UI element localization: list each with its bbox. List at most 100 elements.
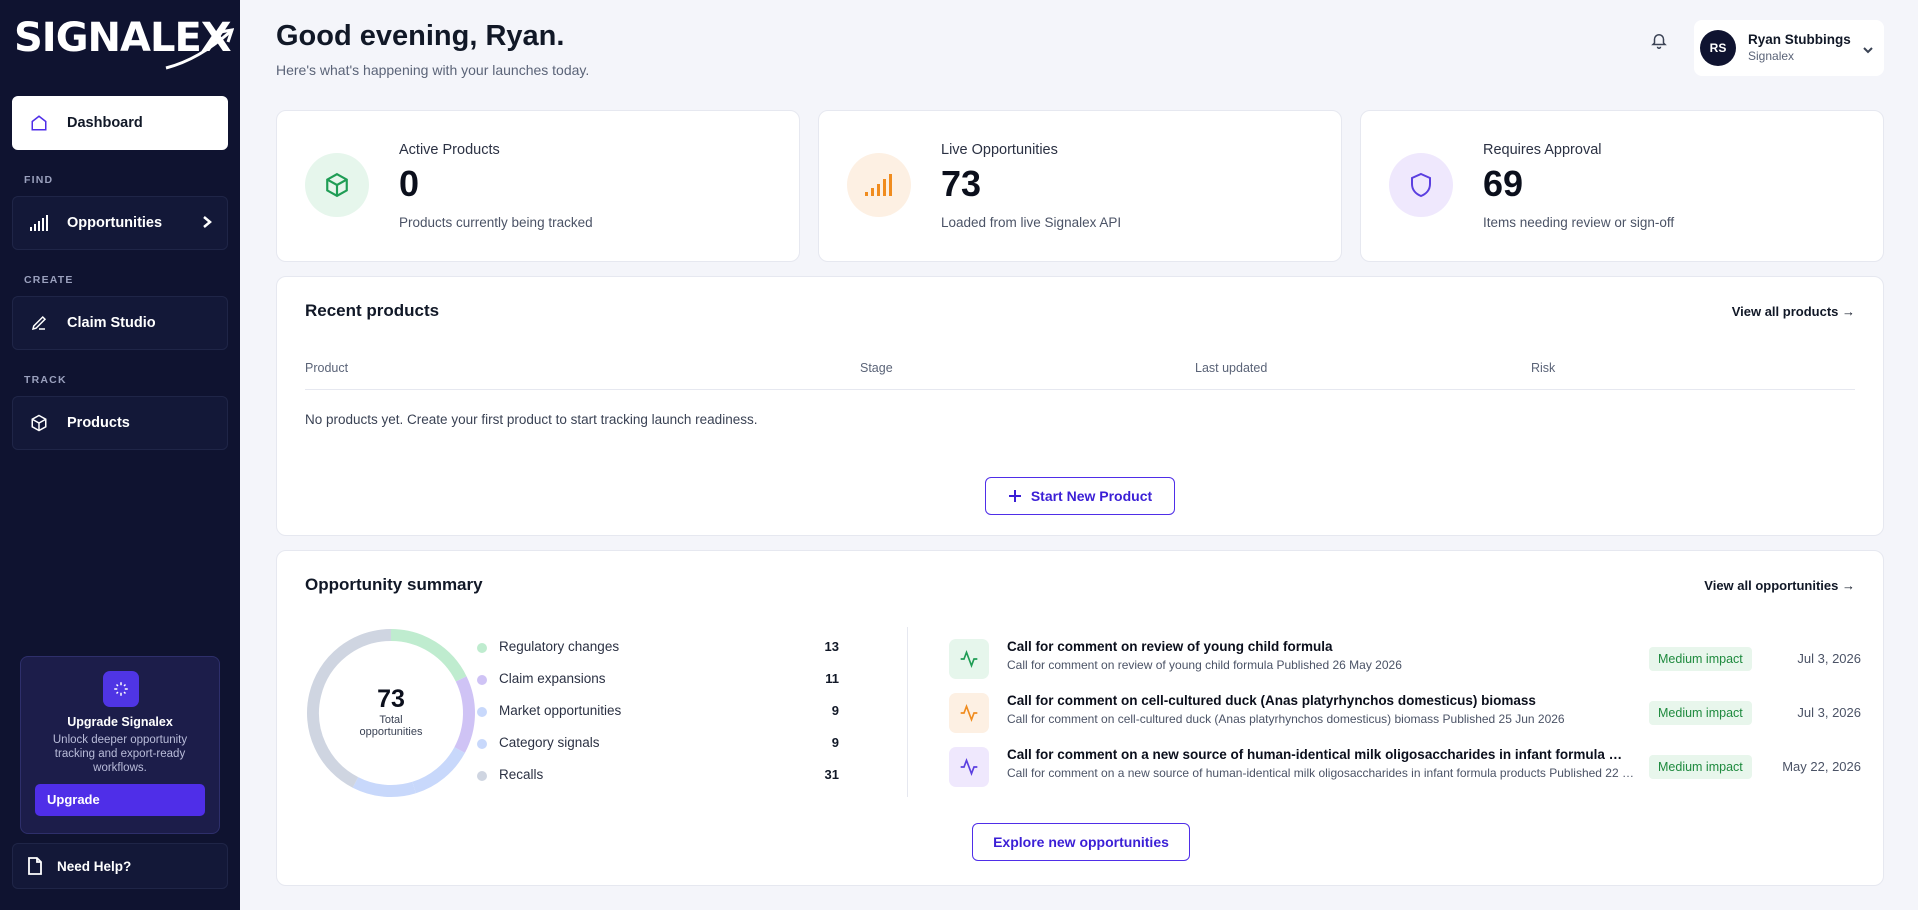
opportunity-summary-title: Opportunity summary bbox=[305, 575, 483, 594]
stat-value: 73 bbox=[941, 163, 982, 204]
legend-row: Recalls 31 bbox=[477, 766, 839, 786]
stat-note: Items needing review or sign-off bbox=[1483, 215, 1675, 230]
legend-label: Market opportunities bbox=[499, 703, 622, 718]
opportunity-title: Call for comment on a new source of huma… bbox=[1007, 747, 1627, 762]
user-name: Ryan Stubbings bbox=[1748, 32, 1851, 47]
column-header-stage: Stage bbox=[860, 361, 893, 375]
stat-note: Loaded from live Signalex API bbox=[941, 215, 1122, 230]
opportunity-date: Jul 3, 2026 bbox=[1797, 705, 1861, 720]
signal-icon bbox=[847, 153, 911, 217]
stat-card-requires-approval: Requires Approval 69 Items needing revie… bbox=[1360, 110, 1884, 262]
bell-icon[interactable] bbox=[1650, 30, 1668, 55]
legend-label: Regulatory changes bbox=[499, 639, 620, 654]
box-icon bbox=[29, 413, 49, 433]
impact-badge: Medium impact bbox=[1649, 647, 1752, 671]
sidebar-item-label: Dashboard bbox=[67, 115, 143, 131]
start-new-product-label: Start New Product bbox=[1030, 488, 1153, 504]
opportunity-item[interactable]: Call for comment on review of young chil… bbox=[949, 635, 1861, 681]
upgrade-description: Unlock deeper opportunity tracking and e… bbox=[52, 734, 188, 774]
opportunity-subtitle: Call for comment on review of young chil… bbox=[1007, 658, 1402, 672]
pencil-icon bbox=[29, 313, 49, 333]
stat-card-active-products: Active Products 0 Products currently bei… bbox=[276, 110, 800, 262]
home-icon bbox=[29, 113, 49, 133]
legend-label: Category signals bbox=[499, 735, 600, 750]
legend-dot bbox=[477, 643, 487, 653]
upgrade-title: Upgrade Signalex bbox=[67, 715, 173, 729]
stat-value: 69 bbox=[1483, 163, 1524, 204]
legend-row: Claim expansions 11 bbox=[477, 670, 839, 690]
legend-dot bbox=[477, 771, 487, 781]
opportunity-subtitle: Call for comment on cell-cultured duck (… bbox=[1007, 712, 1565, 726]
stat-card-live-opportunities: Live Opportunities 73 Loaded from live S… bbox=[818, 110, 1342, 262]
legend-row: Category signals 9 bbox=[477, 734, 839, 754]
legend-value: 31 bbox=[824, 767, 839, 782]
sidebar-item-label: Claim Studio bbox=[67, 315, 156, 331]
plus-icon bbox=[1008, 490, 1021, 502]
donut-total-value: 73 bbox=[377, 685, 405, 713]
view-all-products-link[interactable]: View all products → bbox=[1732, 304, 1855, 319]
start-new-product-button[interactable]: Start New Product bbox=[985, 477, 1175, 515]
upgrade-button[interactable]: Upgrade bbox=[35, 784, 205, 816]
donut-total-label: Total bbox=[379, 714, 403, 726]
donut-slice-category-signals bbox=[352, 776, 416, 797]
column-header-product: Product bbox=[305, 361, 349, 375]
donut-center: 73 Total opportunities bbox=[305, 685, 477, 738]
legend-label: Claim expansions bbox=[499, 671, 606, 686]
document-icon bbox=[27, 857, 43, 875]
opportunity-item[interactable]: Call for comment on a new source of huma… bbox=[949, 743, 1861, 789]
logo-swoosh-icon bbox=[165, 28, 234, 70]
explore-new-opportunities-button[interactable]: Explore new opportunities bbox=[972, 823, 1190, 861]
sparkle-icon bbox=[103, 671, 139, 707]
legend-value: 9 bbox=[831, 703, 839, 718]
page-subtitle: Here's what's happening with your launch… bbox=[276, 62, 590, 78]
view-all-opportunities-link[interactable]: View all opportunities → bbox=[1704, 578, 1855, 593]
legend-value: 9 bbox=[831, 735, 839, 750]
chevron-right-icon bbox=[201, 215, 213, 233]
empty-state-text: No products yet. Create your first produ… bbox=[305, 412, 758, 427]
sidebar-item-label: Products bbox=[67, 415, 130, 431]
donut-slice-regulatory-changes bbox=[390, 629, 467, 682]
donut-slice-market-opportunities bbox=[412, 747, 465, 794]
signal-bars-icon bbox=[29, 213, 49, 233]
section-label-create: CREATE bbox=[24, 274, 74, 286]
sidebar-item-products[interactable]: Products bbox=[12, 396, 228, 450]
legend-dot bbox=[477, 707, 487, 717]
activity-icon bbox=[949, 693, 989, 733]
opportunity-title: Call for comment on review of young chil… bbox=[1007, 639, 1333, 654]
sidebar-item-opportunities[interactable]: Opportunities bbox=[12, 196, 228, 250]
sidebar-item-claim-studio[interactable]: Claim Studio bbox=[12, 296, 228, 350]
box-icon bbox=[305, 153, 369, 217]
opportunity-title: Call for comment on cell-cultured duck (… bbox=[1007, 693, 1536, 708]
need-help-label: Need Help? bbox=[57, 858, 132, 874]
legend-dot bbox=[477, 739, 487, 749]
column-header-risk: Risk bbox=[1531, 361, 1556, 375]
recent-products-card: Recent products View all products → Prod… bbox=[276, 276, 1884, 536]
column-header-last-updated: Last updated bbox=[1195, 361, 1268, 375]
explore-opportunities-label: Explore new opportunities bbox=[993, 834, 1169, 850]
user-org: Signalex bbox=[1748, 49, 1795, 63]
legend-row: Market opportunities 9 bbox=[477, 702, 839, 722]
opportunity-summary-card: Opportunity summary View all opportuniti… bbox=[276, 550, 1884, 886]
table-divider bbox=[305, 389, 1855, 390]
vertical-divider bbox=[907, 627, 908, 797]
opportunity-subtitle: Call for comment on a new source of huma… bbox=[1007, 766, 1635, 780]
opportunity-date: Jul 3, 2026 bbox=[1797, 651, 1861, 666]
user-menu[interactable]: RS Ryan Stubbings Signalex bbox=[1694, 20, 1884, 76]
need-help-button[interactable]: Need Help? bbox=[12, 843, 228, 889]
sidebar-item-dashboard[interactable]: Dashboard bbox=[12, 96, 228, 150]
impact-badge: Medium impact bbox=[1649, 755, 1752, 779]
stat-label: Live Opportunities bbox=[941, 142, 1058, 158]
signalex-logo[interactable]: SIGNALEX bbox=[14, 14, 234, 70]
legend-dot bbox=[477, 675, 487, 685]
legend-label: Recalls bbox=[499, 767, 544, 782]
chevron-down-icon bbox=[1862, 42, 1874, 60]
stat-label: Active Products bbox=[399, 142, 500, 158]
activity-icon bbox=[949, 747, 989, 787]
opportunity-item[interactable]: Call for comment on cell-cultured duck (… bbox=[949, 689, 1861, 735]
stat-label: Requires Approval bbox=[1483, 142, 1602, 158]
stat-value: 0 bbox=[399, 163, 420, 204]
page-title: Good evening, Ryan. bbox=[276, 20, 565, 52]
opportunity-date: May 22, 2026 bbox=[1782, 759, 1861, 774]
avatar: RS bbox=[1700, 30, 1736, 66]
upgrade-card: Upgrade Signalex Unlock deeper opportuni… bbox=[20, 656, 220, 834]
